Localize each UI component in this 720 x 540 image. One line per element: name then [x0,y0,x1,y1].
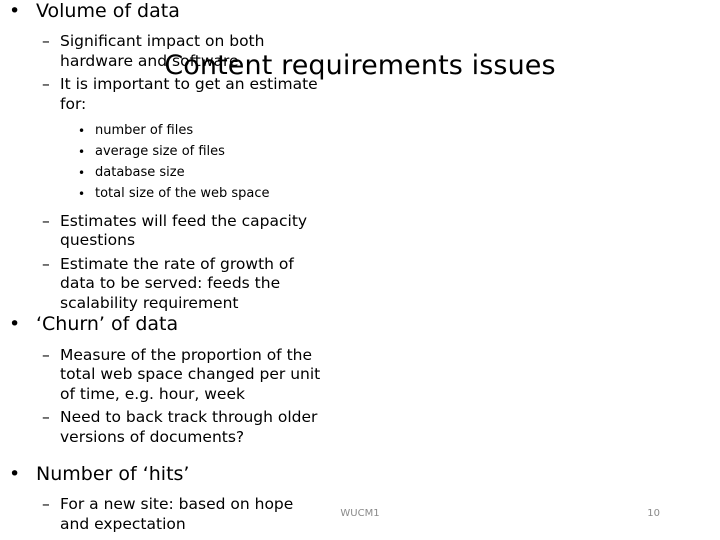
dash-marker-icon: – [42,75,50,94]
bullet-level1-number-of-hits: • Number of ‘hits’ [0,463,325,486]
bullet-text: Measure of the proportion of the total w… [60,345,321,403]
dash-marker-icon: – [42,32,50,51]
bullet-level1-churn-of-data: • ‘Churn’ of data [0,313,325,336]
list-item: • average size of files [0,144,325,161]
list-item: • database size [0,165,325,182]
dash-marker-icon: – [42,408,50,427]
list-item: • number of files [0,123,325,140]
list-item: • total size of the web space [0,186,325,203]
bullet-level2-rate-of-growth: – Estimate the rate of growth of data to… [0,255,325,314]
bullet-text: Estimates will feed the capacity questio… [60,211,308,250]
bullet-text: Estimate the rate of growth of data to b… [60,254,294,312]
bullet-level2-estimates-feed-capacity: – Estimates will feed the capacity quest… [0,212,325,251]
dash-marker-icon: – [42,211,50,230]
bullet-level2-estimate-for: – It is important to get an estimate for… [0,75,325,114]
bullet-level1-volume-of-data: • Volume of data [0,0,325,23]
bullet-text: ‘Churn’ of data [36,313,179,336]
content-placeholder-left: • Volume of data – Significant impact on… [0,0,325,313]
bullet-text: It is important to get an estimate for: [60,75,318,113]
bullet-level2-measure-proportion: – Measure of the proportion of the total… [0,346,325,405]
slide-footer: WUCM1 [340,508,380,519]
bullet-text: total size of the web space [95,185,270,201]
bullet-text: average size of files [95,144,225,160]
bullet-marker-icon: • [78,166,86,181]
slide-number: 10 [647,508,660,519]
bullet-level2-back-track-versions: – Need to back track through older versi… [0,408,325,447]
bullet-text: Need to back track through older version… [60,408,318,446]
bullet-marker-icon: • [78,186,86,201]
bullet-marker-icon: • [9,313,21,336]
bullet-text: database size [95,165,185,181]
bullet-marker-icon: • [78,145,86,160]
bullet-text: Significant impact on both hardware and … [60,32,265,70]
slide: Content requirements issues • Volume of … [0,0,720,540]
bullet-text: Number of ‘hits’ [36,463,190,486]
dash-marker-icon: – [42,495,50,514]
dash-marker-icon: – [42,345,50,364]
dash-marker-icon: – [42,254,50,273]
bullet-marker-icon: • [9,0,21,22]
content-placeholder-right: • ‘Churn’ of data – Measure of the propo… [0,313,325,540]
bullet-text: number of files [95,123,194,139]
bullet-level2-significant-impact: – Significant impact on both hardware an… [0,32,325,71]
bullet-marker-icon: • [78,124,86,139]
bullet-marker-icon: • [9,463,21,486]
bullet-text: Volume of data [36,0,180,22]
